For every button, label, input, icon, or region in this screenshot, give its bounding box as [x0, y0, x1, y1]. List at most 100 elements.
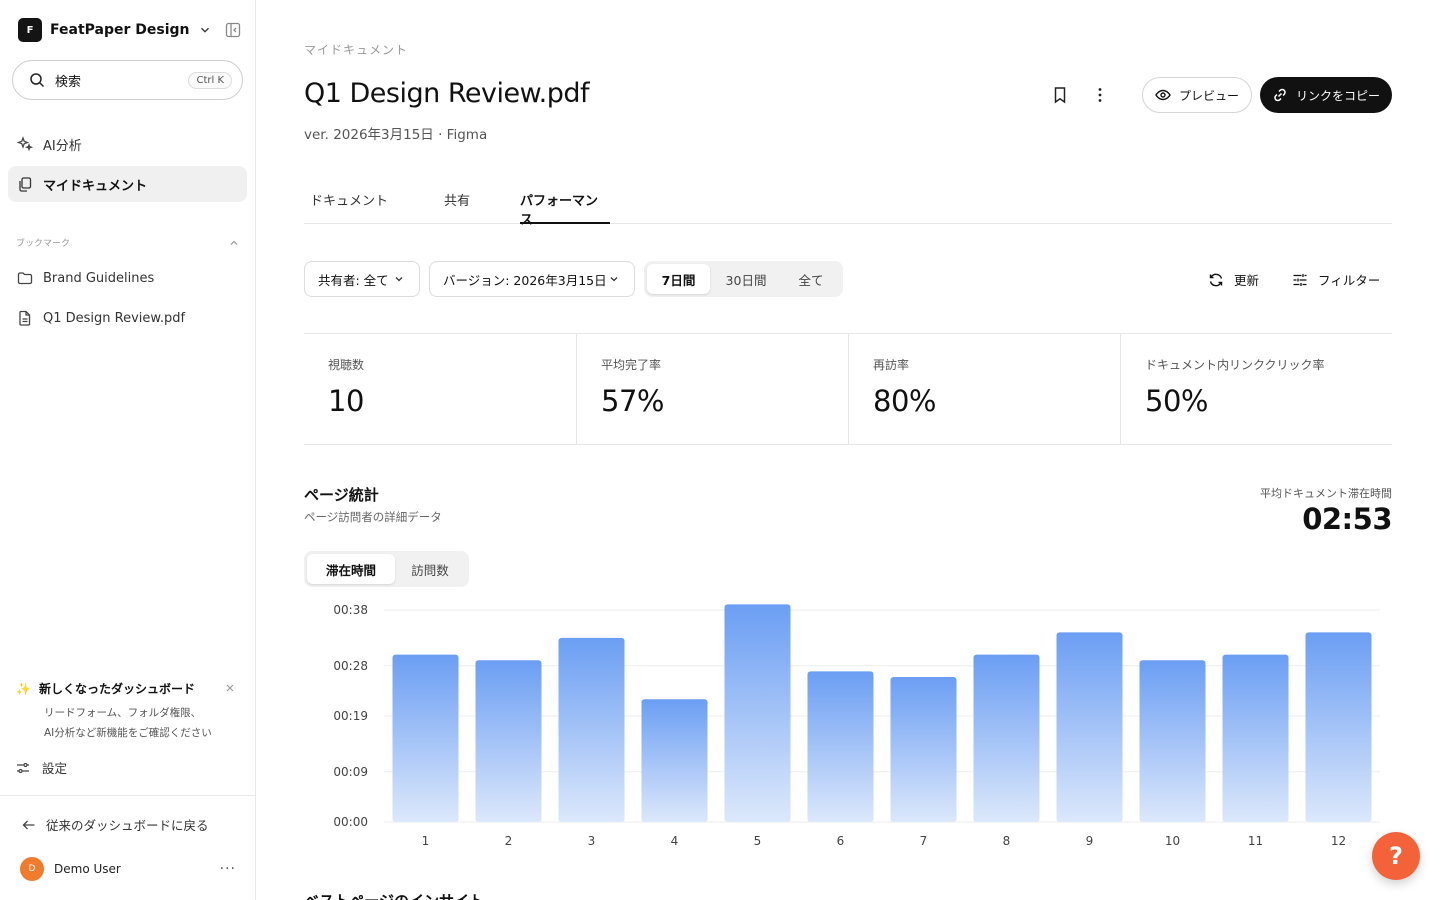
refresh-label: 更新 — [1234, 273, 1260, 288]
y-tick-label: 00:28 — [333, 659, 368, 673]
breadcrumb[interactable]: マイドキュメント — [304, 41, 408, 58]
tab-document[interactable]: ドキュメント — [310, 187, 388, 224]
stat-card-revisit: 再訪率 80% — [848, 334, 1120, 444]
avg-time-value: 02:53 — [1302, 502, 1392, 536]
version-filter-value: バージョン: 2026年3月15日 — [443, 272, 607, 288]
chart-bar-page-7[interactable] — [890, 676, 957, 822]
user-menu[interactable]: D Demo User ··· — [20, 857, 240, 881]
settings-link[interactable]: 設定 — [16, 758, 67, 777]
sidebar-item-my-documents[interactable]: マイドキュメント — [8, 166, 247, 202]
bookmark-item-brand-guidelines[interactable]: Brand Guidelines — [8, 262, 247, 294]
page-stats-bar-chart: 00:0000:0900:1900:2800:381 2 3 4 5 6 7 8 9 10 11 12 — [333, 603, 1380, 848]
period-30-days[interactable]: 30日間 — [710, 264, 782, 294]
x-tick-label: 6 — [837, 834, 845, 848]
y-tick-label: 00:38 — [333, 603, 368, 617]
documents-icon — [19, 177, 32, 192]
stat-label: 平均完了率 — [601, 358, 662, 372]
sidebar-collapse-icon[interactable] — [224, 21, 242, 39]
chevron-down-icon — [395, 277, 403, 282]
settings-sliders-icon — [17, 762, 29, 773]
chevron-up-icon[interactable] — [228, 237, 240, 249]
user-name: Demo User — [54, 862, 121, 876]
refresh-button[interactable]: 更新 — [1208, 270, 1259, 289]
chart-bar-page-3[interactable] — [558, 637, 625, 822]
close-icon[interactable] — [224, 682, 236, 694]
sharer-filter-select[interactable]: 共有者: 全て — [304, 261, 420, 297]
notice-title: 新しくなったダッシュボード — [38, 682, 195, 696]
app-root: F FeatPaper Design 検索 Ctrl K AI分析 マイドキュメ… — [0, 0, 1440, 900]
stat-label: 再訪率 — [873, 358, 910, 372]
refresh-icon — [1209, 273, 1223, 286]
period-segmented-control: 7日間 30日間 全て — [644, 261, 843, 297]
x-tick-label: 9 — [1086, 834, 1094, 848]
tab-share[interactable]: 共有 — [444, 187, 470, 224]
chart-bar-page-2[interactable] — [475, 660, 542, 822]
sidebar-item-label: AI分析 — [43, 138, 82, 154]
chart-bar-page-9[interactable] — [1056, 632, 1123, 822]
sidebar-item-label: マイドキュメント — [43, 178, 148, 194]
bookmark-icon[interactable] — [1050, 85, 1070, 105]
stat-label: ドキュメント内リンククリック率 — [1145, 358, 1325, 372]
link-icon — [1274, 88, 1286, 102]
chart-bar-page-6[interactable] — [807, 671, 874, 822]
avatar: D — [20, 857, 44, 881]
stat-value: 57% — [601, 384, 664, 418]
document-meta: ver. 2026年3月15日 · Figma — [304, 127, 488, 143]
metric-visits[interactable]: 訪問数 — [395, 554, 465, 584]
preview-button[interactable]: プレビュー — [1142, 77, 1252, 113]
sparkle-emoji-icon: ✨ — [16, 681, 31, 696]
sharer-filter-value: 共有者: 全て — [318, 272, 389, 288]
period-7-days[interactable]: 7日間 — [647, 264, 710, 294]
folder-icon — [17, 272, 33, 285]
chart-bar-page-11[interactable] — [1222, 654, 1289, 822]
chart-bar-page-4[interactable] — [641, 699, 708, 822]
filter-sliders-icon — [1293, 273, 1307, 286]
version-filter-select[interactable]: バージョン: 2026年3月15日 — [429, 261, 635, 297]
more-horizontal-icon[interactable]: ··· — [220, 861, 236, 877]
workspace-switcher[interactable]: F FeatPaper Design — [18, 18, 212, 42]
page-stats-subtitle: ページ訪問者の詳細データ — [304, 510, 442, 524]
chart-bar-page-10[interactable] — [1139, 660, 1206, 822]
chart-bar-page-1[interactable] — [392, 654, 459, 822]
x-tick-label: 5 — [754, 834, 762, 848]
search-box[interactable]: 検索 Ctrl K — [12, 60, 243, 100]
file-icon — [19, 310, 31, 326]
filter-label: フィルター — [1318, 273, 1381, 288]
stat-value: 80% — [873, 384, 936, 418]
stat-card-link-click: ドキュメント内リンククリック率 50% — [1120, 334, 1392, 444]
document-tabs: ドキュメント 共有 パフォーマンス — [304, 187, 1392, 228]
sidebar: F FeatPaper Design 検索 Ctrl K AI分析 マイドキュメ… — [0, 0, 256, 900]
bookmarks-title: ブックマーク — [16, 239, 71, 249]
preview-label: プレビュー — [1178, 88, 1239, 103]
copy-link-button[interactable]: リンクをコピー — [1260, 77, 1392, 113]
stats-row: 視聴数 10 平均完了率 57% 再訪率 80% ドキュメント内リンククリック率… — [304, 333, 1392, 445]
back-to-legacy-dashboard-link[interactable]: 従来のダッシュボードに戻る — [22, 815, 209, 834]
help-button[interactable]: ? — [1372, 832, 1420, 880]
period-all[interactable]: 全て — [782, 264, 840, 294]
chart-bar-page-12[interactable] — [1305, 632, 1372, 822]
stat-value: 50% — [1145, 384, 1208, 418]
search-input[interactable]: 検索 — [55, 71, 188, 90]
more-vertical-icon[interactable] — [1090, 85, 1110, 105]
chart-bar-page-5[interactable] — [724, 604, 791, 822]
filter-button[interactable]: フィルター — [1292, 270, 1380, 289]
bookmark-label: Q1 Design Review.pdf — [43, 310, 186, 326]
notice-line-1: リードフォーム、フォルダ権限、 — [44, 707, 202, 719]
chart-bar-page-8[interactable] — [973, 654, 1040, 822]
main-content: マイドキュメント Q1 Design Review.pdf ver. 2026年… — [304, 0, 1392, 900]
bookmarks-section-header[interactable]: ブックマーク — [16, 236, 240, 249]
sidebar-item-ai-analysis[interactable]: AI分析 — [8, 126, 247, 162]
notice-line-2: AI分析など新機能をご確認ください — [44, 727, 212, 739]
workspace-name: FeatPaper Design — [50, 22, 190, 38]
tab-performance[interactable]: パフォーマンス — [520, 187, 610, 228]
stat-card-completion: 平均完了率 57% — [576, 334, 848, 444]
eye-icon — [1155, 89, 1171, 101]
metric-dwell-time[interactable]: 滞在時間 — [307, 554, 395, 584]
new-dashboard-notice: ✨ 新しくなったダッシュボード リードフォーム、フォルダ権限、 AI分析など新機… — [16, 680, 240, 743]
chevron-down-icon — [610, 277, 618, 282]
bookmark-label: Brand Guidelines — [43, 270, 155, 286]
x-tick-label: 12 — [1331, 834, 1346, 848]
bookmark-item-q1-design-review[interactable]: Q1 Design Review.pdf — [8, 302, 247, 334]
search-shortcut-badge: Ctrl K — [188, 71, 232, 89]
x-tick-label: 2 — [505, 834, 513, 848]
